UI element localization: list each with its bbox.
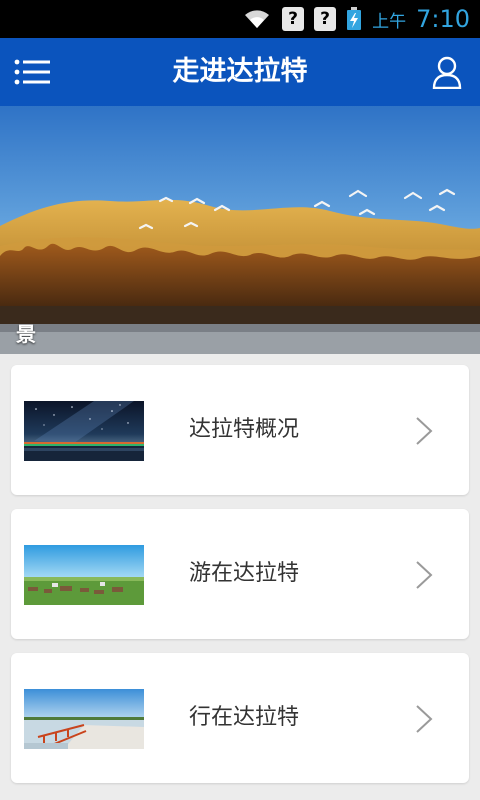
list-item-travel[interactable]: 游在达拉特 xyxy=(11,509,469,639)
list-item-overview[interactable]: 达拉特概况 xyxy=(11,365,469,495)
banner-caption: 景 xyxy=(16,322,36,346)
status-time: 7:10 xyxy=(416,5,470,33)
wifi-icon xyxy=(245,10,270,28)
list-menu-icon[interactable] xyxy=(14,56,50,88)
chevron-right-icon xyxy=(416,417,433,445)
desert-landscape-image xyxy=(0,106,480,354)
page-title: 走进达拉特 xyxy=(172,56,308,87)
banner-image[interactable]: 景 xyxy=(0,106,480,354)
status-bar: ? ? 上午 7:10 xyxy=(0,0,480,38)
list-item-transport[interactable]: 行在达拉特 xyxy=(11,653,469,783)
user-icon[interactable] xyxy=(432,55,462,89)
grassland-thumbnail xyxy=(24,545,144,605)
unknown-sim-icon-2: ? xyxy=(314,7,337,31)
chevron-right-icon xyxy=(416,561,433,589)
night-sky-thumbnail xyxy=(24,401,144,461)
list-item-label: 游在达拉特 xyxy=(189,561,300,586)
chevron-right-icon xyxy=(416,705,433,733)
status-icons: ? ? 上午 7:10 xyxy=(242,4,470,34)
top-navbar: 走进达拉特 xyxy=(0,38,480,106)
status-ampm: 上午 xyxy=(372,11,407,32)
list-item-label: 行在达拉特 xyxy=(189,705,300,730)
unknown-sim-icon: ? xyxy=(282,7,305,31)
lake-pier-thumbnail xyxy=(24,689,144,749)
list-item-label: 达拉特概况 xyxy=(189,417,300,442)
battery-charging-icon xyxy=(347,7,362,30)
